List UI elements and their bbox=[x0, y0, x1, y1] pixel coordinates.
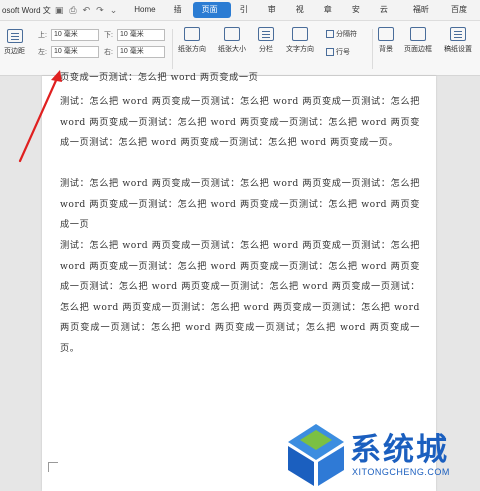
draft-settings-label: 稿纸设置 bbox=[444, 46, 472, 53]
tab-pdf[interactable]: 福昕PDF bbox=[404, 2, 442, 30]
save-icon[interactable]: ▣ bbox=[55, 5, 64, 16]
text-direction-button[interactable]: 文字方向 bbox=[286, 27, 314, 54]
tab-insert[interactable]: 插入 bbox=[165, 2, 193, 30]
line-number-button[interactable]: 行号 bbox=[326, 47, 350, 57]
margins-button[interactable]: 页边距 bbox=[4, 29, 25, 56]
draft-settings-button[interactable]: 稿纸设置 bbox=[444, 27, 472, 54]
paper-size-button[interactable]: 纸张大小 bbox=[218, 27, 246, 54]
right-margin-input[interactable]: 10 毫米 bbox=[117, 46, 165, 58]
right-margin-row: 右: 10 毫米 bbox=[104, 46, 165, 58]
left-margin-label: 左: bbox=[38, 49, 47, 56]
text-direction-icon bbox=[292, 27, 308, 41]
top-margin-label: 上: bbox=[38, 32, 47, 39]
orientation-button[interactable]: 纸张方向 bbox=[178, 27, 206, 54]
bottom-margin-input[interactable]: 10 毫米 bbox=[117, 29, 165, 41]
tab-references[interactable]: 引用 bbox=[231, 2, 259, 30]
break-label: 分隔符 bbox=[336, 31, 357, 38]
top-margin-input[interactable]: 10 毫米 bbox=[51, 29, 99, 41]
page-border-label: 页面边框 bbox=[404, 46, 432, 53]
chevron-down-icon[interactable]: ⌄ bbox=[110, 5, 118, 16]
break-button[interactable]: 分隔符 bbox=[326, 29, 357, 39]
app-title: osoft Word 文档 bbox=[2, 5, 51, 15]
draft-settings-icon bbox=[450, 27, 466, 41]
page-border-button[interactable]: 页面边框 bbox=[404, 27, 432, 54]
background-label: 背景 bbox=[379, 46, 393, 53]
ribbon-divider bbox=[372, 29, 373, 69]
watermark-text: 系统城 bbox=[350, 432, 449, 468]
paper-size-label: 纸张大小 bbox=[218, 46, 246, 53]
background-button[interactable]: 背景 bbox=[378, 27, 394, 54]
watermark: 系统城 XITONGCHENG.COM bbox=[286, 418, 480, 491]
cut-off-line: 页变成一页测试：怎么把 word 两页变成一页 bbox=[60, 72, 259, 83]
margins-label: 页边距 bbox=[4, 48, 25, 55]
margins-icon bbox=[6, 29, 23, 43]
paper-size-icon bbox=[224, 27, 240, 41]
ribbon-divider bbox=[172, 29, 173, 69]
right-margin-label: 右: bbox=[104, 49, 113, 56]
undo-icon[interactable]: ↶ bbox=[83, 5, 91, 16]
bottom-margin-row: 下: 10 毫米 bbox=[104, 29, 165, 41]
tab-review[interactable]: 审阅 bbox=[259, 2, 287, 30]
columns-icon bbox=[258, 27, 274, 41]
redo-icon[interactable]: ↷ bbox=[96, 5, 104, 16]
bottom-margin-label: 下: bbox=[104, 32, 113, 39]
columns-label: 分栏 bbox=[259, 46, 273, 53]
title-bar: osoft Word 文档 ▣ ⎙ ↶ ↷ ⌄ Home 插入 页面布局 引用 … bbox=[0, 0, 480, 46]
background-icon bbox=[378, 27, 394, 41]
tab-page-layout[interactable]: 页面布局 bbox=[192, 2, 231, 30]
ribbon-tabs: Home 插入 页面布局 引用 审阅 视图 章节 安全 云服务 福昕PDF 百度… bbox=[125, 2, 480, 46]
tab-home[interactable]: Home bbox=[125, 2, 164, 18]
orientation-label: 纸张方向 bbox=[178, 46, 206, 53]
watermark-logo-icon bbox=[288, 424, 344, 486]
orientation-icon bbox=[184, 27, 200, 41]
break-icon bbox=[326, 30, 334, 38]
columns-button[interactable]: 分栏 bbox=[258, 27, 274, 54]
top-margin-row: 上: 10 毫米 bbox=[38, 29, 99, 41]
watermark-url: XITONGCHENG.COM bbox=[352, 467, 450, 477]
paragraph-2: 测试：怎么把 word 两页变成一页测试：怎么把 word 两页变成一页测试：怎… bbox=[60, 178, 420, 231]
paragraph-3: 测试：怎么把 word 两页变成一页测试：怎么把 word 两页变成一页测试：怎… bbox=[60, 240, 420, 354]
line-number-icon bbox=[326, 48, 334, 56]
paragraph-1: 测试：怎么把 word 两页变成一页测试：怎么把 word 两页变成一页测试：怎… bbox=[60, 96, 420, 149]
quick-access-toolbar: ▣ ⎙ ↶ ↷ ⌄ bbox=[55, 5, 117, 16]
tab-view[interactable]: 视图 bbox=[287, 2, 315, 30]
left-margin-input[interactable]: 10 毫米 bbox=[51, 46, 99, 58]
tab-cloud[interactable]: 云服务 bbox=[371, 2, 404, 46]
text-direction-label: 文字方向 bbox=[286, 46, 314, 53]
tab-security[interactable]: 安全 bbox=[343, 2, 371, 30]
left-margin-row: 左: 10 毫米 bbox=[38, 46, 99, 58]
print-icon[interactable]: ⎙ bbox=[69, 5, 76, 16]
tab-netdisk[interactable]: 百度网盘 bbox=[442, 2, 480, 30]
page-corner-mark bbox=[48, 462, 58, 472]
tab-section[interactable]: 章节 bbox=[315, 2, 343, 30]
line-number-label: 行号 bbox=[336, 49, 350, 56]
page-border-icon bbox=[410, 27, 426, 41]
